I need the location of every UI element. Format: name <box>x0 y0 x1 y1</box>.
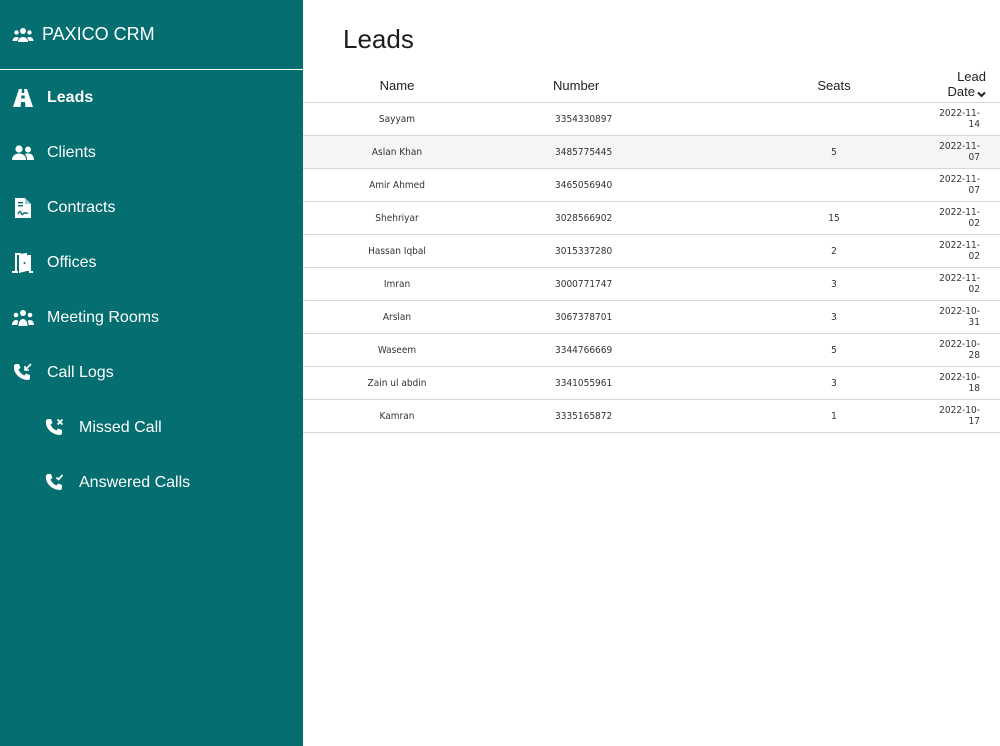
brand-name: PAXICO CRM <box>42 24 155 44</box>
cell-name: Imran <box>303 267 491 301</box>
table-row[interactable]: Hassan Iqbal 3015337280 2 2022-11-02 <box>303 234 1000 268</box>
sidebar-item-meeting-rooms[interactable]: Meeting Rooms <box>0 290 303 345</box>
cell-seats: 15 <box>740 201 928 235</box>
cell-lead-date: 2022-11-07 <box>928 168 1000 202</box>
sidebar-item-call-logs[interactable]: Call Logs <box>0 345 303 400</box>
sidebar-item-clients[interactable]: Clients <box>0 125 303 180</box>
cell-number: 3335165872 <box>491 399 740 433</box>
cell-name: Kamran <box>303 399 491 433</box>
cell-lead-date: 2022-10-31 <box>928 300 1000 334</box>
sidebar-item-label: Clients <box>47 143 96 161</box>
table-row[interactable]: Shehriyar 3028566902 15 2022-11-02 <box>303 201 1000 235</box>
cell-number: 3465056940 <box>491 168 740 202</box>
table-row[interactable]: Arslan 3067378701 3 2022-10-31 <box>303 300 1000 334</box>
brand[interactable]: PAXICO CRM <box>0 0 303 70</box>
sidebar-item-leads[interactable]: Leads <box>0 70 303 125</box>
cell-name: Sayyam <box>303 102 491 136</box>
cell-seats: 3 <box>740 300 928 334</box>
column-header-number[interactable]: Number <box>491 68 740 103</box>
sidebar: PAXICO CRM Leads Clients Contracts Offic… <box>0 0 303 746</box>
phone-answered-icon <box>44 472 66 494</box>
cell-number: 3015337280 <box>491 234 740 268</box>
door-open-icon <box>12 252 34 274</box>
cell-number: 3485775445 <box>491 135 740 169</box>
column-header-lead-date[interactable]: Lead Date <box>928 68 1000 103</box>
sidebar-item-label: Leads <box>47 88 94 106</box>
leads-table: Name Number Seats Lead Date Sayyam 33543… <box>303 68 1000 433</box>
cell-number: 3344766669 <box>491 333 740 367</box>
table-row[interactable]: Amir Ahmed 3465056940 2022-11-07 <box>303 168 1000 202</box>
cell-lead-date: 2022-11-02 <box>928 234 1000 268</box>
cell-name: Waseem <box>303 333 491 367</box>
table-row[interactable]: Aslan Khan 3485775445 5 2022-11-07 <box>303 135 1000 169</box>
sidebar-item-answered-calls[interactable]: Answered Calls <box>0 455 303 510</box>
cell-seats: 2 <box>740 234 928 268</box>
column-header-seats[interactable]: Seats <box>740 68 928 103</box>
sidebar-item-label: Offices <box>47 253 97 271</box>
cell-lead-date: 2022-10-18 <box>928 366 1000 400</box>
cell-lead-date: 2022-11-14 <box>928 102 1000 136</box>
sidebar-item-label: Contracts <box>47 198 116 216</box>
sidebar-item-label: Meeting Rooms <box>47 308 160 326</box>
cell-name: Amir Ahmed <box>303 168 491 202</box>
table-header-row: Name Number Seats Lead Date <box>303 68 1000 103</box>
cell-lead-date: 2022-11-02 <box>928 267 1000 301</box>
people-group-icon <box>12 26 34 44</box>
phone-missed-icon <box>44 417 66 439</box>
sidebar-item-missed-call[interactable]: Missed Call <box>0 400 303 455</box>
cell-seats <box>740 102 928 136</box>
file-contract-icon <box>12 197 34 219</box>
road-icon <box>12 87 34 109</box>
cell-seats: 3 <box>740 267 928 301</box>
main-content: Leads Name Number Seats Lead Date Sayyam… <box>303 0 1000 746</box>
phone-incoming-icon <box>12 362 34 384</box>
cell-number: 3067378701 <box>491 300 740 334</box>
table-row[interactable]: Sayyam 3354330897 2022-11-14 <box>303 102 1000 136</box>
cell-name: Aslan Khan <box>303 135 491 169</box>
cell-lead-date: 2022-10-17 <box>928 399 1000 433</box>
cell-seats: 5 <box>740 333 928 367</box>
cell-number: 3354330897 <box>491 102 740 136</box>
table-row[interactable]: Kamran 3335165872 1 2022-10-17 <box>303 399 1000 433</box>
cell-name: Arslan <box>303 300 491 334</box>
cell-number: 3341055961 <box>491 366 740 400</box>
cell-seats: 1 <box>740 399 928 433</box>
cell-number: 3028566902 <box>491 201 740 235</box>
sidebar-item-label: Answered Calls <box>79 473 191 491</box>
cell-name: Shehriyar <box>303 201 491 235</box>
cell-lead-date: 2022-11-07 <box>928 135 1000 169</box>
cell-lead-date: 2022-10-28 <box>928 333 1000 367</box>
sidebar-item-contracts[interactable]: Contracts <box>0 180 303 235</box>
table-row[interactable]: Waseem 3344766669 5 2022-10-28 <box>303 333 1000 367</box>
sidebar-item-label: Call Logs <box>47 363 114 381</box>
cell-seats: 3 <box>740 366 928 400</box>
table-row[interactable]: Imran 3000771747 3 2022-11-02 <box>303 267 1000 301</box>
cell-lead-date: 2022-11-02 <box>928 201 1000 235</box>
chevron-down-icon[interactable] <box>977 86 986 101</box>
sidebar-item-offices[interactable]: Offices <box>0 235 303 290</box>
cell-name: Zain ul abdin <box>303 366 491 400</box>
people-group-icon <box>12 307 34 329</box>
page-title: Leads <box>343 24 414 54</box>
table-row[interactable]: Zain ul abdin 3341055961 3 2022-10-18 <box>303 366 1000 400</box>
cell-seats: 5 <box>740 135 928 169</box>
users-icon <box>12 142 34 164</box>
column-header-name[interactable]: Name <box>303 68 491 103</box>
sidebar-item-label: Missed Call <box>79 418 162 436</box>
cell-number: 3000771747 <box>491 267 740 301</box>
cell-name: Hassan Iqbal <box>303 234 491 268</box>
cell-seats <box>740 168 928 202</box>
